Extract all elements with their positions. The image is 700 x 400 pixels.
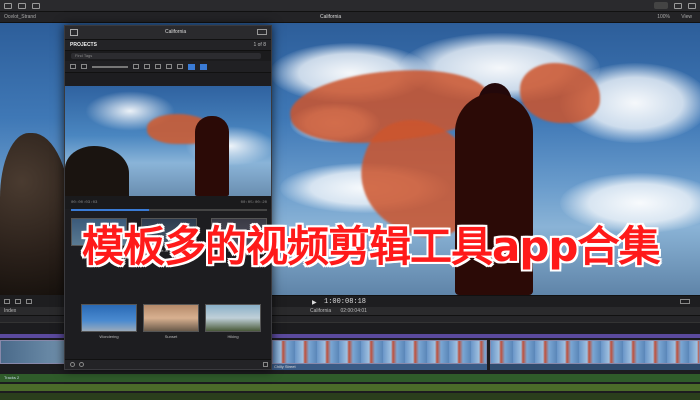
panel-footer bbox=[65, 359, 271, 369]
sidebar-icon[interactable] bbox=[70, 29, 78, 36]
zoom-level[interactable]: 100% bbox=[657, 14, 670, 20]
grid-icon[interactable] bbox=[70, 64, 76, 69]
panel-tools bbox=[65, 61, 271, 73]
rock-formation bbox=[0, 133, 72, 295]
viewer-tools bbox=[0, 295, 72, 307]
clip-label-bar bbox=[490, 364, 700, 370]
settings-icon[interactable] bbox=[70, 362, 75, 367]
play-icon[interactable]: ▶ bbox=[312, 299, 317, 306]
library-icon[interactable] bbox=[4, 2, 12, 9]
timeline-duration: 02:00:04:01 bbox=[340, 308, 367, 314]
project-thumb[interactable] bbox=[143, 304, 199, 332]
add-icon[interactable] bbox=[79, 362, 84, 367]
video-clip[interactable] bbox=[490, 340, 700, 364]
filter-icon[interactable] bbox=[81, 64, 87, 69]
figure-silhouette bbox=[195, 116, 229, 196]
audio-track[interactable] bbox=[0, 374, 700, 382]
search-input[interactable]: Find Tags bbox=[71, 53, 261, 59]
speed-icon[interactable] bbox=[26, 298, 32, 304]
layout-toggle[interactable] bbox=[654, 2, 668, 9]
menu-icon[interactable] bbox=[263, 362, 268, 367]
rock-formation bbox=[65, 146, 129, 196]
fullscreen-icon[interactable] bbox=[680, 299, 690, 304]
expand-icon[interactable] bbox=[257, 29, 267, 35]
share-icon[interactable] bbox=[688, 2, 696, 9]
clip-label: Chilly Street bbox=[272, 364, 487, 370]
crop-icon[interactable] bbox=[4, 298, 10, 304]
audio-track-label: Tracks 2 bbox=[4, 375, 20, 380]
music-icon[interactable] bbox=[155, 64, 161, 69]
search-row: Find Tags bbox=[65, 51, 271, 61]
index-button[interactable]: Index bbox=[4, 308, 16, 314]
inspector-icon[interactable] bbox=[674, 2, 682, 9]
transform-icon[interactable] bbox=[15, 298, 21, 304]
list-view-icon[interactable] bbox=[188, 63, 195, 70]
audio-track[interactable] bbox=[0, 393, 700, 400]
grid-view-icon[interactable] bbox=[200, 63, 207, 70]
clip-icon[interactable] bbox=[133, 64, 139, 69]
project-thumb[interactable] bbox=[205, 304, 261, 332]
app-toolbar bbox=[0, 0, 700, 12]
viewer-timecode: 1:00:08:18 bbox=[324, 298, 367, 306]
panel-preview[interactable] bbox=[65, 86, 271, 196]
project-thumb[interactable] bbox=[81, 304, 137, 332]
view-menu[interactable]: View bbox=[681, 14, 692, 20]
preview-progress-fill bbox=[71, 209, 150, 211]
library-name[interactable]: Ocelot_Strand bbox=[4, 14, 94, 20]
overlay-headline: 模板多的视频剪辑工具app合集 bbox=[82, 222, 660, 271]
project-title: California bbox=[320, 14, 342, 20]
preview-progress[interactable] bbox=[71, 209, 267, 211]
projects-label[interactable]: PROJECTS bbox=[70, 42, 97, 48]
effects-icon[interactable] bbox=[177, 64, 183, 69]
preview-timecode-start: 00:00:03:03 bbox=[71, 200, 98, 205]
app-subbar: Ocelot_Strand California 100% View bbox=[0, 12, 700, 23]
playback-controls: ▶ 1:00:08:18 bbox=[272, 295, 700, 307]
preview-timecode-end: 00:05:00:20 bbox=[240, 200, 267, 205]
audio-track[interactable] bbox=[0, 384, 700, 391]
key-icon[interactable] bbox=[32, 2, 40, 9]
browser-panel: California PROJECTS 1 of 8 Find Tags 00:… bbox=[64, 25, 272, 370]
project-label: Hiking bbox=[227, 334, 239, 339]
panel-titlebar: California bbox=[65, 26, 271, 40]
project-label: Wondering bbox=[99, 334, 119, 339]
projects-header: PROJECTS 1 of 8 bbox=[65, 40, 271, 51]
zoom-slider[interactable] bbox=[92, 65, 128, 68]
preview-timecodes: 00:00:03:03 00:05:00:20 bbox=[65, 196, 271, 209]
project-grid: Wondering Sunset Hiking bbox=[71, 304, 267, 364]
browser-icon[interactable] bbox=[18, 2, 26, 9]
panel-title: California bbox=[165, 29, 187, 35]
video-clip[interactable] bbox=[272, 340, 487, 364]
project-label: Sunset bbox=[164, 334, 178, 339]
audio-icon[interactable] bbox=[144, 64, 150, 69]
projects-count: 1 of 8 bbox=[253, 42, 266, 48]
title-icon[interactable] bbox=[166, 64, 172, 69]
timeline-project-name: California 02:00:04:01 bbox=[310, 308, 367, 314]
